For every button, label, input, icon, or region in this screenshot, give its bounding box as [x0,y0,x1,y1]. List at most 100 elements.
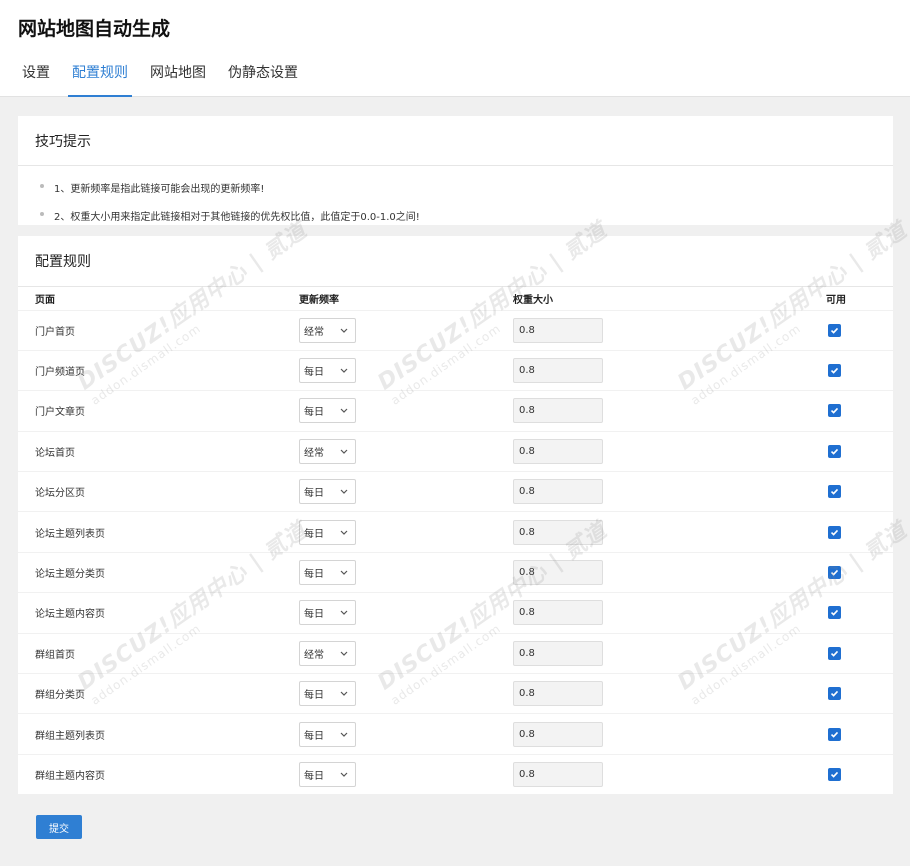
checkmark-icon [830,529,839,536]
table-row: 论坛首页 经常 0.8 [18,430,893,472]
enabled-cell [823,471,893,512]
weight-cell: 0.8 [513,430,823,472]
tip-text: 1、更新频率是指此链接可能会出现的更新频率! [54,184,265,195]
weight-cell: 0.8 [513,349,823,391]
bullet-icon [40,184,44,188]
rules-title: 配置规则 [18,236,893,287]
frequency-select[interactable]: 经常 [299,640,356,666]
frequency-select[interactable]: 经常 [299,438,356,464]
weight-cell: 0.8 [513,753,823,795]
enabled-checkbox[interactable] [828,404,841,418]
chevron-down-icon [339,406,349,416]
frequency-select[interactable]: 每日 [299,600,356,626]
tab-rewrite-settings[interactable]: 伪静态设置 [224,62,302,97]
weight-input[interactable]: 0.8 [513,519,603,545]
weight-cell: 0.8 [513,511,823,553]
column-header-weight: 权重大小 [513,294,553,306]
tip-item: 1、更新频率是指此链接可能会出现的更新频率! [40,178,893,206]
checkmark-icon [830,691,839,697]
weight-cell: 0.8 [513,632,823,674]
enabled-checkbox[interactable] [828,606,841,620]
weight-input[interactable]: 0.8 [513,600,603,626]
tab-settings[interactable]: 设置 [18,62,54,97]
weight-input[interactable]: 0.8 [513,681,603,707]
frequency-value: 经常 [304,326,324,338]
page-name: 论坛首页 [18,430,299,472]
submit-button[interactable]: 提交 [36,815,82,839]
enabled-checkbox[interactable] [828,727,841,741]
enabled-checkbox[interactable] [828,323,841,337]
frequency-value: 经常 [304,447,324,459]
frequency-select[interactable]: 每日 [299,762,356,788]
page-name: 群组首页 [18,632,299,674]
frequency-value: 每日 [304,528,324,540]
enabled-checkbox[interactable] [828,525,841,539]
checkmark-icon [830,448,839,455]
bullet-icon [40,212,44,216]
enabled-checkbox[interactable] [828,364,841,378]
chevron-down-icon [339,568,349,578]
enabled-cell [823,511,893,553]
tips-title: 技巧提示 [18,116,893,166]
checkmark-icon [830,772,839,778]
enabled-cell [823,673,893,714]
frequency-value: 每日 [304,609,324,621]
weight-input[interactable]: 0.8 [513,721,603,747]
frequency-select[interactable]: 每日 [299,721,356,747]
frequency-value: 每日 [304,367,324,379]
chevron-down-icon [339,446,349,456]
frequency-select[interactable]: 每日 [299,479,356,505]
frequency-select[interactable]: 每日 [299,560,356,586]
enabled-checkbox[interactable] [828,768,841,782]
tips-panel: 技巧提示 1、更新频率是指此链接可能会出现的更新频率! 2、权重大小用来指定此链… [18,116,893,225]
enabled-cell [823,753,893,795]
enabled-cell [823,309,893,351]
frequency-cell: 每日 [299,511,513,553]
checkmark-icon [830,408,839,415]
frequency-select[interactable]: 每日 [299,398,356,424]
enabled-checkbox[interactable] [828,687,841,701]
weight-input[interactable]: 0.8 [513,762,603,788]
frequency-select[interactable]: 每日 [299,519,356,545]
enabled-cell [823,349,893,391]
enabled-checkbox[interactable] [828,485,841,499]
chevron-down-icon [339,689,349,699]
table-header-row: 页面 更新频率 权重大小 可用 [18,287,893,310]
frequency-select[interactable]: 每日 [299,681,356,707]
enabled-checkbox[interactable] [828,566,841,580]
frequency-value: 经常 [304,649,324,661]
enabled-checkbox[interactable] [828,646,841,660]
weight-input[interactable]: 0.8 [513,398,603,424]
weight-cell: 0.8 [513,471,823,512]
tab-sitemap[interactable]: 网站地图 [146,62,210,97]
tab-config-rules[interactable]: 配置规则 [68,62,132,97]
page-title: 网站地图自动生成 [18,18,171,40]
weight-cell: 0.8 [513,673,823,714]
frequency-value: 每日 [304,690,324,702]
checkmark-icon [830,650,839,657]
chevron-down-icon [339,770,349,780]
column-header-frequency: 更新频率 [299,294,339,306]
weight-input[interactable]: 0.8 [513,358,603,384]
chevron-down-icon [339,608,349,618]
page-name: 群组主题列表页 [18,713,299,755]
page-name: 门户文章页 [18,390,299,432]
frequency-value: 每日 [304,730,324,742]
frequency-cell: 每日 [299,390,513,432]
weight-input[interactable]: 0.8 [513,479,603,505]
page-name: 论坛主题分类页 [18,551,299,593]
chevron-down-icon [339,487,349,497]
enabled-cell [823,390,893,432]
weight-input[interactable]: 0.8 [513,640,603,666]
frequency-value: 每日 [304,771,324,783]
frequency-cell: 每日 [299,673,513,714]
enabled-checkbox[interactable] [828,444,841,458]
frequency-select[interactable]: 每日 [299,358,356,384]
weight-input[interactable]: 0.8 [513,560,603,586]
page-name: 论坛分区页 [18,471,299,512]
weight-input[interactable]: 0.8 [513,438,603,464]
weight-input[interactable]: 0.8 [513,317,603,343]
frequency-select[interactable]: 经常 [299,317,356,343]
enabled-cell [823,632,893,674]
enabled-cell [823,551,893,593]
